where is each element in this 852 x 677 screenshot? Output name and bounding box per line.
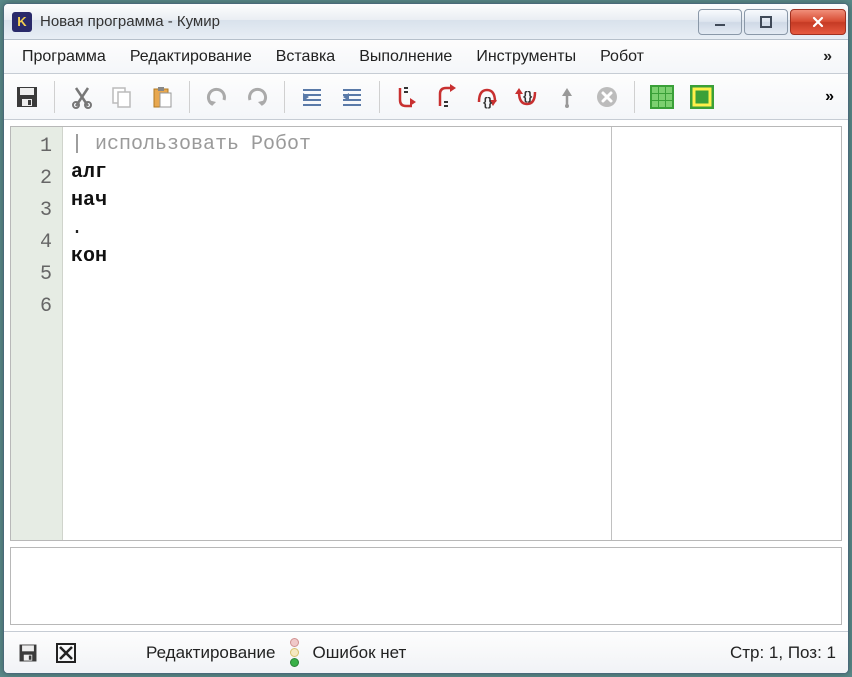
output-console[interactable]	[10, 547, 842, 625]
status-position: Стр: 1, Поз: 1	[730, 643, 836, 663]
app-icon: K	[12, 12, 32, 32]
status-save-icon[interactable]	[16, 641, 40, 665]
save-icon[interactable]	[10, 80, 44, 114]
grid-icon[interactable]	[645, 80, 679, 114]
line-number: 3	[11, 195, 62, 227]
line-number: 6	[11, 291, 62, 323]
menu-program[interactable]: Программа	[10, 44, 118, 70]
code-editor[interactable]: 1 2 3 4 5 6 | использовать Роботалгнач.к…	[11, 127, 605, 540]
status-errors: Ошибок нет	[313, 643, 407, 663]
editor-row: 1 2 3 4 5 6 | использовать Роботалгнач.к…	[10, 126, 842, 541]
status-close-box-icon[interactable]	[54, 641, 78, 665]
window-controls	[696, 9, 846, 35]
step-over-icon[interactable]: {}	[470, 80, 504, 114]
line-number: 2	[11, 163, 62, 195]
menu-robot[interactable]: Робот	[588, 44, 656, 70]
toolbar-overflow[interactable]: »	[817, 84, 842, 110]
run-step-icon[interactable]	[430, 80, 464, 114]
svg-text:{}: {}	[523, 89, 533, 103]
menu-overflow[interactable]: »	[813, 44, 842, 70]
window-title: Новая программа - Кумир	[40, 13, 696, 30]
maximize-button[interactable]	[744, 9, 788, 35]
robot-field-icon[interactable]	[685, 80, 719, 114]
side-panel	[611, 127, 841, 540]
app-window: K Новая программа - Кумир Программа Реда…	[3, 3, 849, 674]
line-number: 5	[11, 259, 62, 291]
redo-icon[interactable]	[240, 80, 274, 114]
title-bar: K Новая программа - Кумир	[4, 4, 848, 40]
line-number: 1	[11, 131, 62, 163]
undo-icon[interactable]	[200, 80, 234, 114]
indent-right-icon[interactable]	[295, 80, 329, 114]
menu-insert[interactable]: Вставка	[264, 44, 347, 70]
traffic-light-icon	[290, 638, 299, 667]
line-gutter: 1 2 3 4 5 6	[11, 127, 63, 540]
copy-icon[interactable]	[105, 80, 139, 114]
close-button[interactable]	[790, 9, 846, 35]
line-number: 4	[11, 227, 62, 259]
minimize-button[interactable]	[698, 9, 742, 35]
run-continuous-icon[interactable]	[390, 80, 424, 114]
menu-execute[interactable]: Выполнение	[347, 44, 464, 70]
run-to-cursor-icon[interactable]	[550, 80, 584, 114]
toolbar: {} {} »	[4, 74, 848, 120]
workspace: 1 2 3 4 5 6 | использовать Роботалгнач.к…	[4, 120, 848, 631]
menu-bar: Программа Редактирование Вставка Выполне…	[4, 40, 848, 74]
code-area[interactable]: | использовать Роботалгнач.кон	[63, 127, 605, 540]
menu-edit[interactable]: Редактирование	[118, 44, 264, 70]
svg-text:{}: {}	[483, 95, 493, 109]
paste-icon[interactable]	[145, 80, 179, 114]
cut-icon[interactable]	[65, 80, 99, 114]
step-into-icon[interactable]: {}	[510, 80, 544, 114]
stop-icon[interactable]	[590, 80, 624, 114]
status-bar: Редактирование Ошибок нет Стр: 1, Поз: 1	[4, 631, 848, 673]
menu-tools[interactable]: Инструменты	[464, 44, 588, 70]
indent-left-icon[interactable]	[335, 80, 369, 114]
status-mode: Редактирование	[146, 643, 276, 663]
